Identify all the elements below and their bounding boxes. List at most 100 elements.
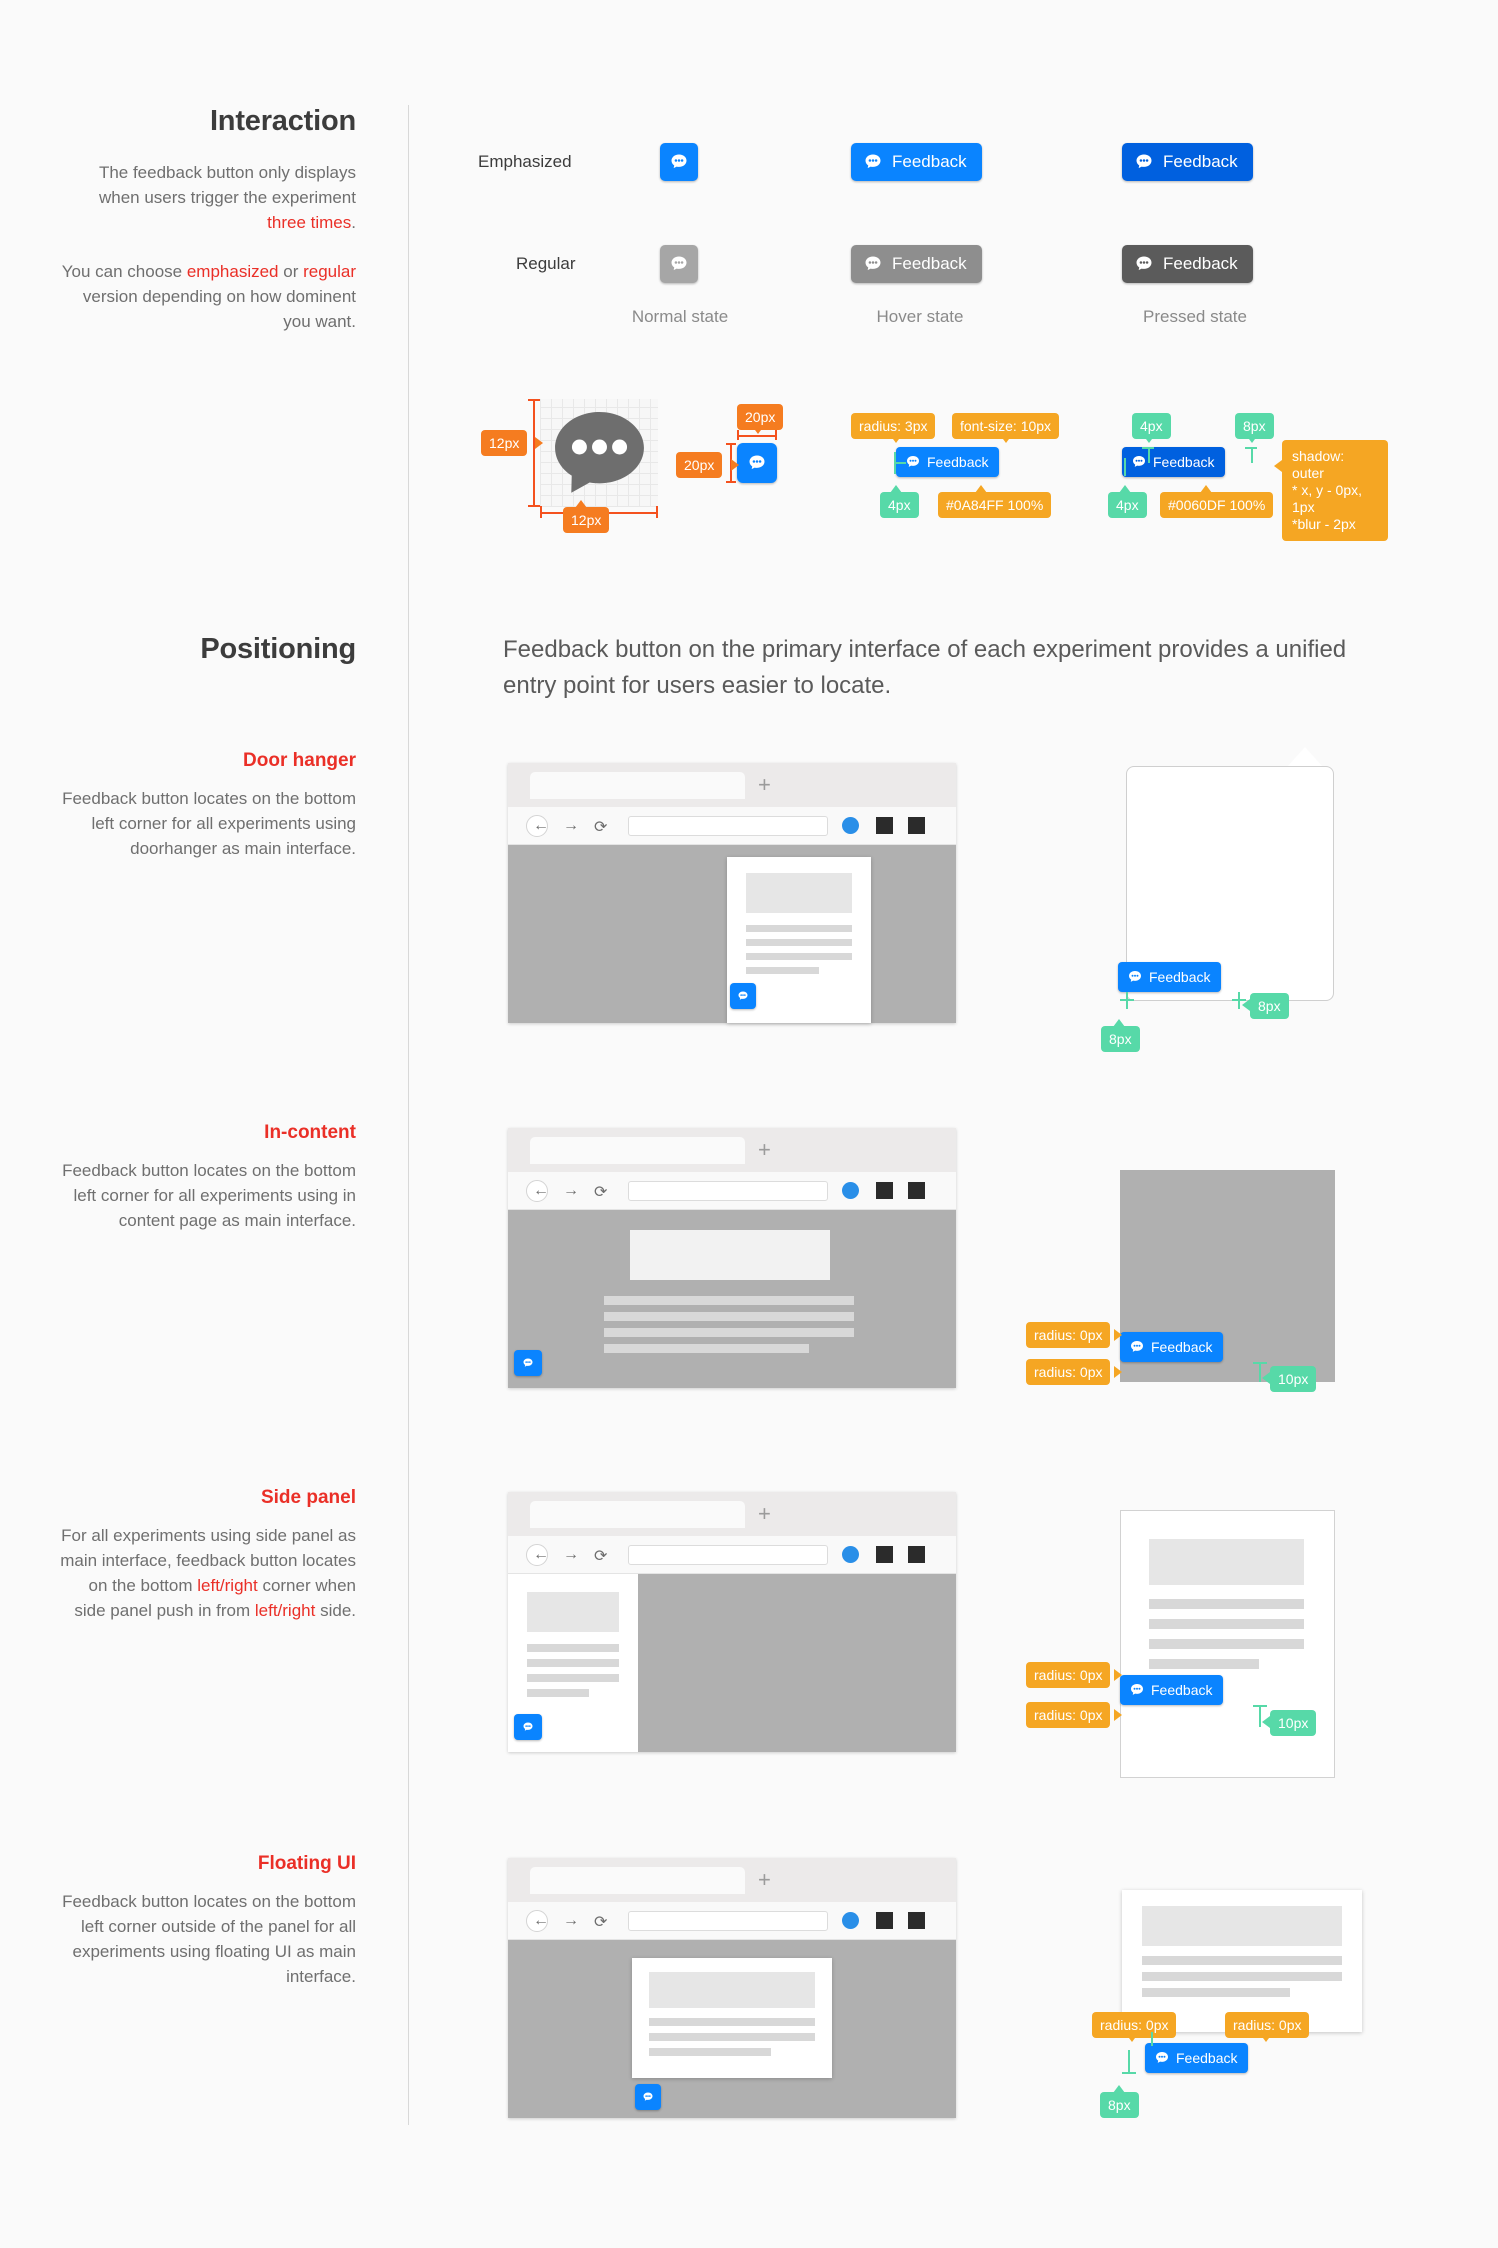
browser-tab[interactable] — [530, 1867, 745, 1894]
toolbar-button-2[interactable] — [908, 1912, 925, 1929]
measure-line-v — [533, 399, 535, 507]
browser-viewport — [508, 1210, 956, 1388]
toolbar-button-1[interactable] — [876, 1546, 893, 1563]
feedback-button-emphasized-hover[interactable]: Feedback — [851, 143, 982, 181]
toolbar-button-1[interactable] — [876, 1912, 893, 1929]
feedback-button-floating-detail[interactable]: Feedback — [1145, 2043, 1249, 2073]
placement-doorhanger-text: Door hanger Feedback button locates on t… — [60, 750, 356, 861]
toolbar-button-2[interactable] — [908, 1546, 925, 1563]
feedback-button-label: Feedback — [892, 254, 967, 273]
browser-tabbar: + — [508, 1492, 956, 1536]
plus-icon[interactable]: + — [758, 1869, 771, 1891]
measure-line-v — [1259, 1705, 1261, 1727]
spec-tag-floating-gap: 8px — [1100, 2092, 1139, 2118]
plus-icon[interactable]: + — [758, 774, 771, 796]
page-title-positioning: Positioning — [200, 633, 356, 665]
feedback-button-incontent[interactable] — [514, 1350, 542, 1376]
measure-cap — [1120, 999, 1134, 1001]
toolbar-button-1[interactable] — [876, 817, 893, 834]
plus-icon[interactable]: + — [758, 1139, 771, 1161]
feedback-button-sidepanel-detail[interactable]: Feedback — [1120, 1675, 1224, 1705]
measure-cap — [1253, 1362, 1267, 1364]
spec-tag-incontent-radius-1: radius: 0px — [1026, 1322, 1111, 1348]
forward-arrow-icon[interactable]: → — [563, 1182, 579, 1200]
feedback-button-spec-pressed[interactable]: Feedback — [1122, 447, 1226, 477]
browser-toolbar: ← → ⟳ — [508, 1902, 956, 1940]
measure-cap — [1245, 447, 1257, 449]
shadow-line-2: * x, y - 0px, 1px — [1292, 482, 1363, 515]
placement-sidepanel-text: Side panel For all experiments using sid… — [60, 1487, 356, 1623]
chat-bubble-icon — [907, 456, 919, 467]
chat-bubble-icon — [523, 1358, 533, 1367]
plus-icon[interactable]: + — [758, 1503, 771, 1525]
feedback-button-emphasized-normal[interactable] — [660, 143, 698, 181]
feedback-button-regular-pressed[interactable]: Feedback — [1122, 245, 1253, 283]
feedback-button-label: Feedback — [1163, 152, 1238, 171]
feedback-button-doorhanger[interactable] — [730, 983, 756, 1009]
reload-icon[interactable]: ⟳ — [594, 1912, 607, 1932]
sidepanel-desc-e: side. — [315, 1601, 356, 1620]
forward-arrow-icon[interactable]: → — [563, 817, 579, 835]
row-label-emphasized: Emphasized — [478, 152, 572, 171]
toolbar-button-1[interactable] — [876, 1182, 893, 1199]
feedback-button-label: Feedback — [1151, 1339, 1213, 1355]
feedback-button-sidepanel[interactable] — [514, 1714, 542, 1740]
address-bar[interactable] — [628, 816, 828, 836]
feedback-button-doorhanger-detail[interactable]: Feedback — [1118, 962, 1222, 992]
feedback-button-spec-normal[interactable]: Feedback — [896, 447, 1000, 477]
profile-avatar[interactable] — [842, 1912, 859, 1929]
chat-bubble-icon — [865, 154, 881, 169]
toolbar-button-2[interactable] — [908, 1182, 925, 1199]
browser-mock-sidepanel: + ← → ⟳ — [508, 1492, 956, 1752]
reload-icon[interactable]: ⟳ — [594, 1182, 607, 1202]
forward-arrow-icon[interactable]: → — [563, 1912, 579, 1930]
feedback-button-regular-normal[interactable] — [660, 245, 698, 283]
measure-cap — [726, 481, 736, 483]
browser-mock-incontent: + ← → ⟳ — [508, 1128, 956, 1388]
measure-cap — [894, 462, 906, 464]
browser-tab[interactable] — [530, 1137, 745, 1164]
address-bar[interactable] — [628, 1545, 828, 1565]
profile-avatar[interactable] — [842, 1546, 859, 1563]
feedback-button-floating[interactable] — [635, 2084, 661, 2110]
spec-tag-color-normal: #0A84FF 100% — [938, 492, 1052, 518]
feedback-button-incontent-detail[interactable]: Feedback — [1120, 1332, 1224, 1362]
toolbar-button-2[interactable] — [908, 817, 925, 834]
reload-icon[interactable]: ⟳ — [594, 1546, 607, 1566]
shadow-line-1: shadow: outer — [1292, 448, 1345, 481]
measure-cap — [1142, 447, 1154, 449]
profile-avatar[interactable] — [842, 817, 859, 834]
chat-bubble-icon — [643, 2092, 653, 2101]
placement-desc-incontent: Feedback button locates on the bottom le… — [62, 1161, 356, 1230]
browser-tab[interactable] — [530, 772, 745, 799]
measure-line-v — [1124, 458, 1126, 476]
measure-line-v — [1151, 2032, 1153, 2046]
address-bar[interactable] — [628, 1181, 828, 1201]
interaction-p2-regular: regular — [303, 262, 356, 281]
measure-cap — [1122, 2072, 1136, 2074]
spec-tag-doorhanger-right: 8px — [1250, 993, 1289, 1019]
spec-tag-pad-bottom: 4px — [1108, 492, 1147, 518]
interaction-p2-text-b: or — [278, 262, 304, 281]
feedback-button-icon-spec[interactable] — [737, 443, 777, 483]
forward-arrow-icon[interactable]: → — [563, 1546, 579, 1564]
address-bar[interactable] — [628, 1911, 828, 1931]
measure-cap — [737, 430, 739, 440]
profile-avatar[interactable] — [842, 1182, 859, 1199]
feedback-button-label: Feedback — [1163, 254, 1238, 273]
placement-title-sidepanel: Side panel — [260, 1487, 356, 1508]
reload-icon[interactable]: ⟳ — [594, 817, 607, 837]
browser-mock-floating: + ← → ⟳ — [508, 1858, 956, 2118]
chat-bubble-icon — [1129, 971, 1141, 982]
placement-title-incontent: In-content — [264, 1122, 356, 1143]
browser-toolbar: ← → ⟳ — [508, 1536, 956, 1574]
feedback-button-regular-hover[interactable]: Feedback — [851, 245, 982, 283]
interaction-p1-highlight: three times — [267, 213, 352, 232]
feedback-button-emphasized-pressed[interactable]: Feedback — [1122, 143, 1253, 181]
feedback-button-label: Feedback — [1149, 969, 1211, 985]
chat-bubble-icon — [1136, 256, 1152, 271]
floating-blowup-panel — [1122, 1890, 1362, 2032]
browser-toolbar: ← → ⟳ — [508, 1172, 956, 1210]
browser-tab[interactable] — [530, 1501, 745, 1528]
chat-bubble-icon — [1131, 1684, 1143, 1695]
